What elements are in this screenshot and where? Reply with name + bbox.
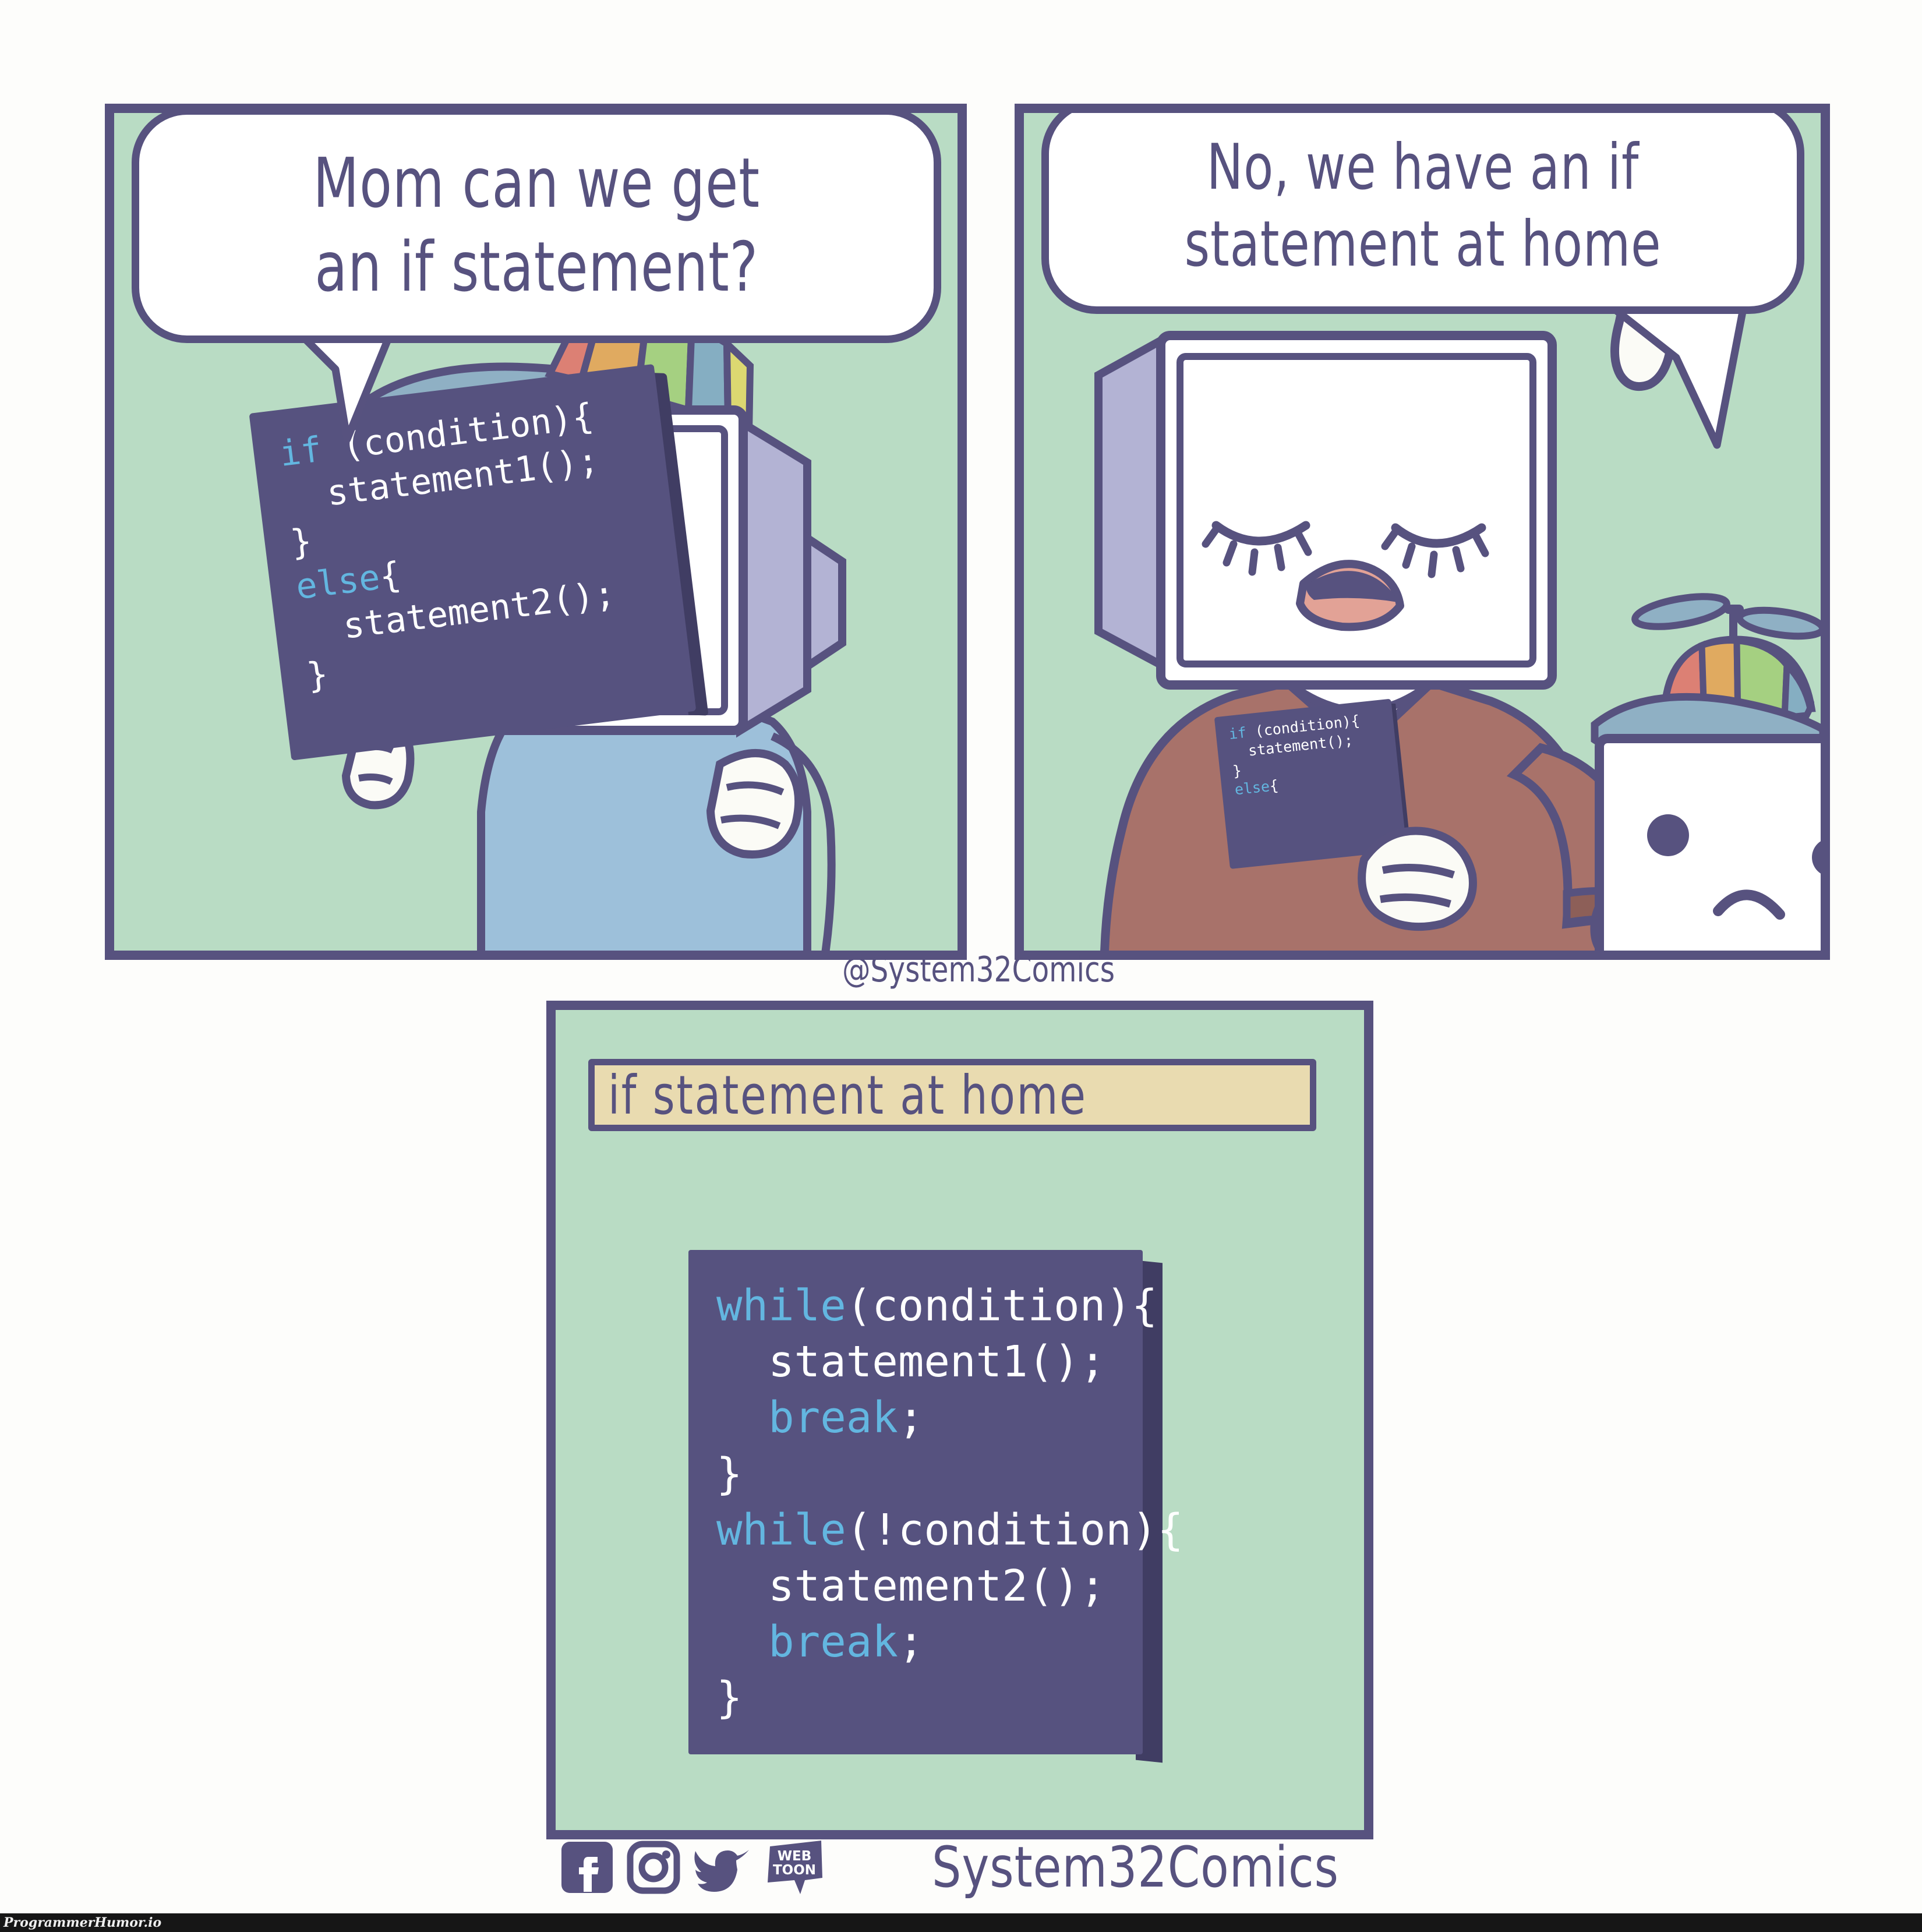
speech-bubble-text-1: Mom can we get an if statement? [313, 142, 760, 307]
webtoon-icon[interactable]: WEB TOON [764, 1841, 825, 1894]
speech-bubble-tail-2 [1571, 288, 1769, 462]
window-title-bar: if statement at home [588, 1059, 1316, 1131]
code-text-panel-2: if (condition){ statement(); } else{ [1228, 712, 1361, 799]
mom-left-hand [1350, 806, 1501, 934]
kid-monitor-sad-character [1591, 579, 1821, 951]
speech-bubble-panel-2: No, we have an if statement at home [1041, 113, 1804, 314]
facebook-icon[interactable] [560, 1841, 614, 1894]
comic-panel-3: if statement at home while(condition){ s… [546, 1001, 1373, 1839]
window-title-text: if statement at home [607, 1064, 1087, 1126]
comic-root: if (condition){ statement1(); } else{ st… [0, 0, 1922, 1932]
code-text-panel-3: while(condition){ statement1(); break; }… [716, 1281, 1183, 1723]
source-watermark-bar: ProgrammerHumor.io [0, 1913, 1922, 1932]
instagram-icon[interactable] [627, 1841, 680, 1894]
speech-bubble-text-2: No, we have an if statement at home [1184, 131, 1662, 281]
watermark-handle: @System32Comics [842, 949, 1115, 990]
source-watermark-text: ProgrammerHumor.io [3, 1915, 162, 1930]
social-links-row: WEB TOON [560, 1841, 825, 1894]
twitter-icon[interactable] [693, 1841, 751, 1894]
webtoon-line1: WEB [778, 1849, 812, 1864]
code-slab-panel-3: while(condition){ statement1(); break; }… [688, 1250, 1183, 1763]
comic-panel-1: if (condition){ statement1(); } else{ st… [105, 104, 967, 960]
comic-panel-2: if (condition){ statement(); } else{No,… [1015, 104, 1830, 960]
speech-bubble-panel-1: Mom can we get an if statement? [132, 113, 941, 343]
webtoon-line2: TOON [773, 1863, 816, 1878]
brand-name: System32Comics [932, 1835, 1339, 1900]
